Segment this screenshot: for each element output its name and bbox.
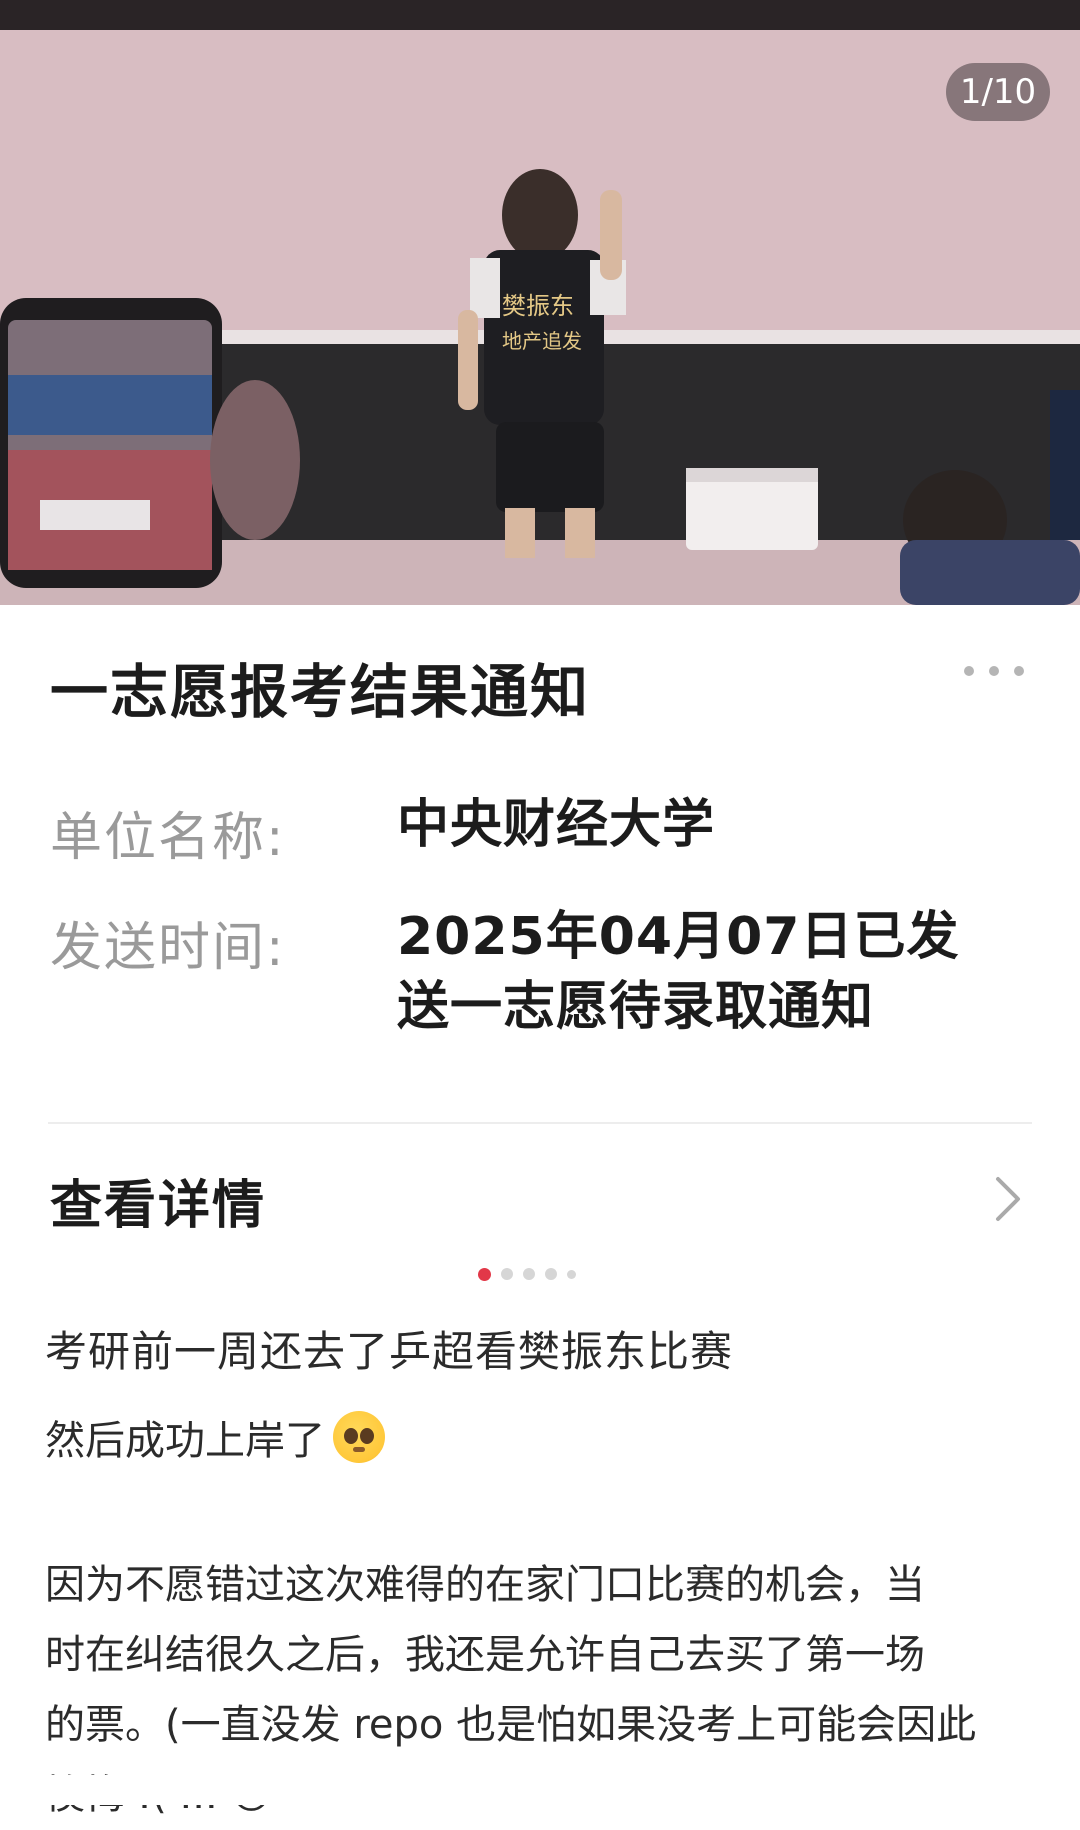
divider xyxy=(48,1122,1032,1124)
chevron-right-icon xyxy=(996,1177,1020,1221)
post-title: 考研前一周还去了乒超看樊振东比赛 xyxy=(45,1327,734,1376)
post-body-line: 的票。(一直没发 repo 也是怕如果没考上可能会因此 xyxy=(45,1702,977,1748)
carousel-dot-active[interactable] xyxy=(478,1267,491,1281)
post-subtitle-text: 然后成功上岸了 xyxy=(45,1418,325,1464)
image-counter: 1/10 xyxy=(946,63,1050,121)
view-details-label: 查看详情 xyxy=(50,1176,267,1236)
top-bar xyxy=(0,0,1080,30)
post-photo[interactable]: 樊振东 地产追发 1/10 xyxy=(0,30,1080,605)
notification-title: 一志愿报考结果通知 xyxy=(50,658,591,726)
carousel-dot[interactable] xyxy=(545,1268,557,1280)
send-time-label: 发送时间: xyxy=(50,918,286,978)
jersey-name-text: 樊振东 xyxy=(502,292,574,320)
photo-illustration: 樊振东 地产追发 xyxy=(0,30,1080,605)
post-subtitle: 然后成功上岸了 xyxy=(45,1408,1045,1466)
view-details-row[interactable]: 查看详情 xyxy=(0,1125,1080,1265)
carousel-dot[interactable] xyxy=(523,1268,535,1280)
send-time-value-line2: 送一志愿待录取通知 xyxy=(397,977,875,1037)
post-body-line: 因为不愿错过这次难得的在家门口比赛的机会，当 xyxy=(45,1562,925,1608)
unit-value: 中央财经大学 xyxy=(397,795,716,855)
pleading-face-icon xyxy=(333,1411,385,1463)
bottom-crop xyxy=(0,1775,1080,1805)
post-body-line: 时在纠结很久之后，我还是允许自己去买了第一场 xyxy=(45,1632,925,1678)
more-options-icon[interactable] xyxy=(964,661,1024,681)
send-time-value: 2025年04月07日已发 送一志愿待录取通知 xyxy=(397,902,1017,1042)
carousel-dot[interactable] xyxy=(501,1268,513,1280)
carousel-dot[interactable] xyxy=(567,1269,576,1279)
unit-label: 单位名称: xyxy=(50,808,286,868)
send-time-value-line1: 2025年04月07日已发 xyxy=(397,907,960,967)
jersey-sponsor-text: 地产追发 xyxy=(502,329,582,353)
carousel-indicator xyxy=(478,1267,576,1281)
